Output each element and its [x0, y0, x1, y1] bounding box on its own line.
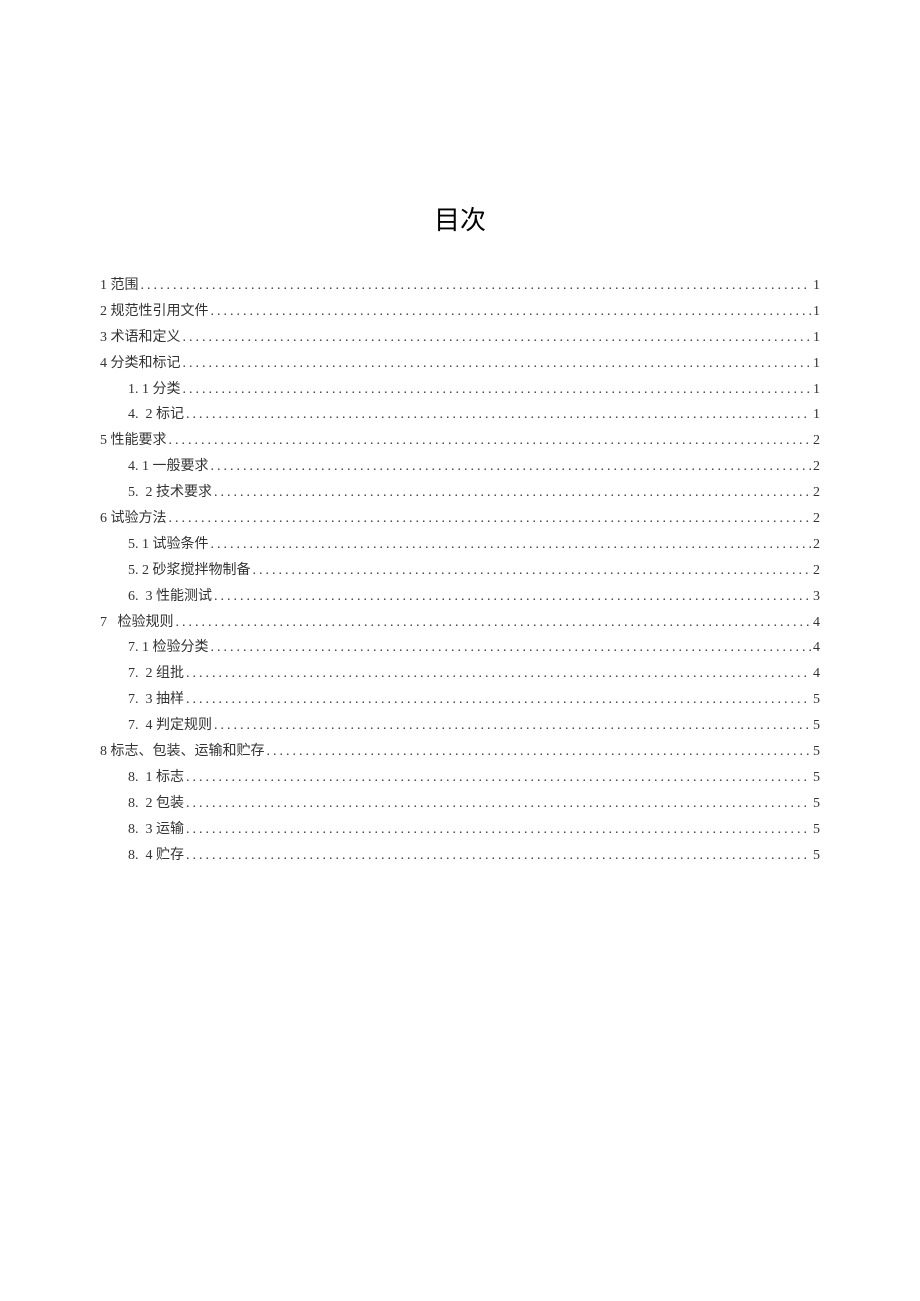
- toc-entry: 4 分类和标记 1: [100, 351, 820, 377]
- toc-entry: 5 性能要求 2: [100, 428, 820, 454]
- toc-entry: 4. 2 标记 1: [100, 402, 820, 428]
- toc-leader-dots: [183, 351, 812, 377]
- toc-entry-page: 1: [813, 377, 820, 403]
- toc-entry-page: 1: [813, 325, 820, 351]
- toc-entry-page: 5: [813, 765, 820, 791]
- toc-entry-label: 8. 4 贮存: [128, 843, 184, 869]
- toc-entry-page: 5: [813, 817, 820, 843]
- toc-entry-label: 5. 2 技术要求: [128, 480, 212, 506]
- toc-entry-label: 1. 1 分类: [128, 377, 181, 403]
- toc-entry: 6 试验方法 2: [100, 506, 820, 532]
- toc-entry: 1 范围 1: [100, 273, 820, 299]
- toc-entry-page: 2: [813, 480, 820, 506]
- toc-leader-dots: [141, 273, 812, 299]
- toc-entry: 8. 4 贮存 5: [100, 843, 820, 869]
- toc-leader-dots: [211, 532, 812, 558]
- table-of-contents: 1 范围 12 规范性引用文件 13 术语和定义 14 分类和标记 11. 1 …: [100, 273, 820, 868]
- toc-leader-dots: [214, 713, 811, 739]
- toc-entry-page: 2: [813, 506, 820, 532]
- toc-entry-page: 5: [813, 791, 820, 817]
- toc-entry: 5. 1 试验条件 2: [100, 532, 820, 558]
- toc-leader-dots: [211, 299, 812, 325]
- toc-title: 目次: [100, 200, 820, 237]
- toc-entry: 3 术语和定义 1: [100, 325, 820, 351]
- toc-entry-label: 1 范围: [100, 273, 139, 299]
- toc-entry-page: 2: [813, 558, 820, 584]
- toc-leader-dots: [211, 454, 812, 480]
- toc-entry: 1. 1 分类 1: [100, 377, 820, 403]
- toc-entry: 7 检验规则 4: [100, 610, 820, 636]
- toc-entry-page: 5: [813, 843, 820, 869]
- toc-entry-page: 5: [813, 739, 820, 765]
- toc-entry-label: 7. 1 检验分类: [128, 635, 209, 661]
- toc-entry: 5. 2 砂浆搅拌物制备 2: [100, 558, 820, 584]
- toc-entry-label: 8 标志、包装、运输和贮存: [100, 739, 265, 765]
- toc-entry-label: 4 分类和标记: [100, 351, 181, 377]
- toc-leader-dots: [214, 584, 811, 610]
- toc-entry: 8. 3 运输 5: [100, 817, 820, 843]
- toc-leader-dots: [186, 817, 811, 843]
- toc-leader-dots: [186, 687, 811, 713]
- toc-leader-dots: [183, 325, 812, 351]
- toc-entry-label: 4. 1 一般要求: [128, 454, 209, 480]
- toc-entry: 8. 2 包装 5: [100, 791, 820, 817]
- toc-entry-page: 1: [813, 273, 820, 299]
- toc-entry-label: 8. 3 运输: [128, 817, 184, 843]
- toc-leader-dots: [186, 765, 811, 791]
- toc-leader-dots: [186, 402, 811, 428]
- toc-entry-page: 3: [813, 584, 820, 610]
- toc-leader-dots: [214, 480, 811, 506]
- toc-entry-label: 7. 2 组批: [128, 661, 184, 687]
- toc-entry-label: 3 术语和定义: [100, 325, 181, 351]
- toc-leader-dots: [169, 506, 812, 532]
- toc-entry: 2 规范性引用文件 1: [100, 299, 820, 325]
- toc-entry-page: 1: [813, 402, 820, 428]
- toc-leader-dots: [211, 635, 812, 661]
- toc-entry: 7. 4 判定规则 5: [100, 713, 820, 739]
- toc-entry-label: 7. 3 抽样: [128, 687, 184, 713]
- toc-entry: 7. 3 抽样 5: [100, 687, 820, 713]
- toc-entry: 8 标志、包装、运输和贮存 5: [100, 739, 820, 765]
- toc-entry-label: 7 检验规则: [100, 610, 174, 636]
- toc-leader-dots: [183, 377, 812, 403]
- toc-entry-label: 6 试验方法: [100, 506, 167, 532]
- toc-entry: 4. 1 一般要求 2: [100, 454, 820, 480]
- toc-leader-dots: [267, 739, 812, 765]
- toc-leader-dots: [186, 791, 811, 817]
- toc-entry-page: 5: [813, 687, 820, 713]
- toc-entry-label: 5. 1 试验条件: [128, 532, 209, 558]
- toc-entry-label: 7. 4 判定规则: [128, 713, 212, 739]
- toc-entry-page: 2: [813, 428, 820, 454]
- toc-entry: 6. 3 性能测试 3: [100, 584, 820, 610]
- toc-entry: 7. 2 组批 4: [100, 661, 820, 687]
- toc-entry-label: 8. 1 标志: [128, 765, 184, 791]
- toc-leader-dots: [186, 843, 811, 869]
- toc-entry-label: 6. 3 性能测试: [128, 584, 212, 610]
- toc-leader-dots: [186, 661, 811, 687]
- toc-entry: 7. 1 检验分类 4: [100, 635, 820, 661]
- toc-entry-page: 1: [813, 299, 820, 325]
- toc-entry-page: 2: [813, 532, 820, 558]
- document-page: 目次 1 范围 12 规范性引用文件 13 术语和定义 14 分类和标记 11.…: [0, 0, 920, 868]
- toc-entry: 5. 2 技术要求 2: [100, 480, 820, 506]
- toc-entry-page: 4: [813, 635, 820, 661]
- toc-entry: 8. 1 标志 5: [100, 765, 820, 791]
- toc-entry-label: 2 规范性引用文件: [100, 299, 209, 325]
- toc-leader-dots: [169, 428, 812, 454]
- toc-entry-page: 1: [813, 351, 820, 377]
- toc-entry-page: 2: [813, 454, 820, 480]
- toc-leader-dots: [253, 558, 812, 584]
- toc-leader-dots: [176, 610, 812, 636]
- toc-entry-page: 4: [813, 610, 820, 636]
- toc-entry-label: 8. 2 包装: [128, 791, 184, 817]
- toc-entry-page: 4: [813, 661, 820, 687]
- toc-entry-label: 5. 2 砂浆搅拌物制备: [128, 558, 251, 584]
- toc-entry-page: 5: [813, 713, 820, 739]
- toc-entry-label: 4. 2 标记: [128, 402, 184, 428]
- toc-entry-label: 5 性能要求: [100, 428, 167, 454]
